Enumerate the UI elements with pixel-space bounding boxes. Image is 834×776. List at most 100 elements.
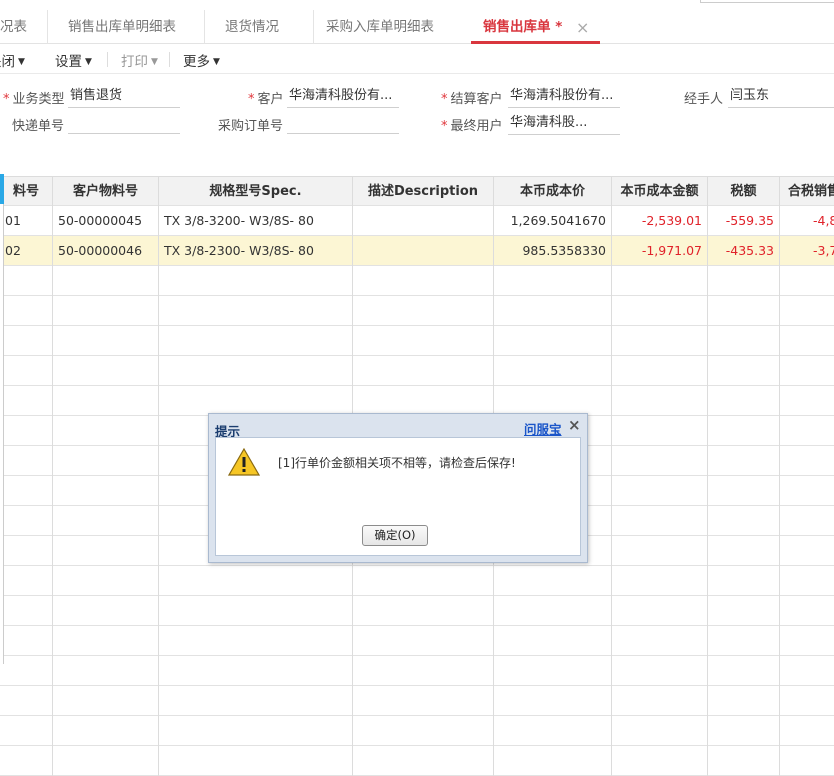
cell-empty[interactable] <box>159 326 353 356</box>
table-row-empty[interactable] <box>0 686 834 716</box>
cell-empty[interactable] <box>780 626 834 656</box>
cell-spec[interactable]: TX 3/8-2300- W3/8S- 80 <box>159 236 353 266</box>
cell-empty[interactable] <box>0 536 53 566</box>
table-row-empty[interactable] <box>0 326 834 356</box>
cell-empty[interactable] <box>353 596 494 626</box>
cell-empty[interactable] <box>708 536 780 566</box>
cell-empty[interactable] <box>0 566 53 596</box>
cell-empty[interactable] <box>708 296 780 326</box>
cell-empty[interactable] <box>708 266 780 296</box>
cell-empty[interactable] <box>53 656 159 686</box>
cell-empty[interactable] <box>494 266 612 296</box>
cell-empty[interactable] <box>612 536 708 566</box>
table-row[interactable]: 02 50-00000046 TX 3/8-2300- W3/8S- 80 98… <box>0 236 834 266</box>
cell-empty[interactable] <box>612 446 708 476</box>
cell-empty[interactable] <box>159 656 353 686</box>
table-row-empty[interactable] <box>0 746 834 776</box>
cell-empty[interactable] <box>780 506 834 536</box>
cell-empty[interactable] <box>494 716 612 746</box>
cell-desc[interactable] <box>353 236 494 266</box>
cell-empty[interactable] <box>494 746 612 776</box>
cell-empty[interactable] <box>780 266 834 296</box>
cell-empty[interactable] <box>159 716 353 746</box>
cell-empty[interactable] <box>494 296 612 326</box>
col-header-total[interactable]: 合税销售 <box>780 177 834 207</box>
cell-empty[interactable] <box>0 686 53 716</box>
table-row-empty[interactable] <box>0 626 834 656</box>
cell-empty[interactable] <box>612 386 708 416</box>
cell-empty[interactable] <box>353 356 494 386</box>
cell-empty[interactable] <box>612 326 708 356</box>
business-type-field[interactable]: 销售退货 <box>68 86 180 108</box>
cell-empty[interactable] <box>708 416 780 446</box>
cell-empty[interactable] <box>494 356 612 386</box>
col-header-cust-item[interactable]: 客户物料号 <box>53 177 159 207</box>
cell-cost-amount[interactable]: -2,539.01 <box>612 206 708 236</box>
cell-empty[interactable] <box>53 356 159 386</box>
cell-empty[interactable] <box>494 386 612 416</box>
cell-empty[interactable] <box>159 686 353 716</box>
table-row-empty[interactable] <box>0 266 834 296</box>
cell-empty[interactable] <box>708 356 780 386</box>
tab-return-status[interactable]: 退货情况 <box>205 10 314 44</box>
cell-empty[interactable] <box>0 656 53 686</box>
cell-empty[interactable] <box>780 416 834 446</box>
cell-empty[interactable] <box>612 266 708 296</box>
cell-item[interactable]: 01 <box>0 206 53 236</box>
table-row-empty[interactable] <box>0 596 834 626</box>
cell-empty[interactable] <box>353 566 494 596</box>
cell-spec[interactable]: TX 3/8-3200- W3/8S- 80 <box>159 206 353 236</box>
col-header-tax[interactable]: 税额 <box>708 177 780 207</box>
cell-empty[interactable] <box>708 686 780 716</box>
cell-empty[interactable] <box>708 596 780 626</box>
cell-empty[interactable] <box>353 386 494 416</box>
cell-empty[interactable] <box>159 356 353 386</box>
cell-empty[interactable] <box>0 626 53 656</box>
close-icon[interactable]: × <box>576 18 589 37</box>
tab-purchase-inbound-detail[interactable]: 采购入库单明细表 <box>314 10 464 44</box>
col-header-cost-amount[interactable]: 本币成本金额 <box>612 177 708 207</box>
cell-empty[interactable] <box>612 746 708 776</box>
cell-empty[interactable] <box>612 506 708 536</box>
cell-empty[interactable] <box>612 626 708 656</box>
cell-empty[interactable] <box>159 566 353 596</box>
cell-empty[interactable] <box>0 296 53 326</box>
cell-empty[interactable] <box>780 596 834 626</box>
cell-empty[interactable] <box>53 416 159 446</box>
settings-button[interactable]: 设置 ▼ <box>55 50 92 70</box>
express-no-field[interactable] <box>68 112 180 134</box>
cell-empty[interactable] <box>53 476 159 506</box>
cell-tax[interactable]: -435.33 <box>708 236 780 266</box>
cell-cust-item[interactable]: 50-00000046 <box>53 236 159 266</box>
col-header-unit-cost[interactable]: 本币成本价 <box>494 177 612 207</box>
cell-empty[interactable] <box>353 716 494 746</box>
cell-empty[interactable] <box>612 296 708 326</box>
table-row[interactable]: 01 50-00000045 TX 3/8-3200- W3/8S- 80 1,… <box>0 206 834 236</box>
cell-empty[interactable] <box>0 446 53 476</box>
cell-empty[interactable] <box>53 566 159 596</box>
cell-empty[interactable] <box>708 506 780 536</box>
cell-empty[interactable] <box>780 296 834 326</box>
cell-desc[interactable] <box>353 206 494 236</box>
cell-cost-amount[interactable]: -1,971.07 <box>612 236 708 266</box>
cell-empty[interactable] <box>612 566 708 596</box>
cell-empty[interactable] <box>53 686 159 716</box>
more-button[interactable]: 更多 ▼ <box>183 50 220 70</box>
table-row-empty[interactable] <box>0 386 834 416</box>
cell-empty[interactable] <box>159 626 353 656</box>
cell-cust-item[interactable]: 50-00000045 <box>53 206 159 236</box>
cell-empty[interactable] <box>353 296 494 326</box>
col-header-spec[interactable]: 规格型号Spec. <box>159 177 353 207</box>
ok-button[interactable]: 确定(O) <box>362 525 428 546</box>
cell-empty[interactable] <box>780 656 834 686</box>
cell-unit-cost[interactable]: 1,269.5041670 <box>494 206 612 236</box>
cell-empty[interactable] <box>612 656 708 686</box>
cell-empty[interactable] <box>780 326 834 356</box>
cell-empty[interactable] <box>612 356 708 386</box>
cell-empty[interactable] <box>0 476 53 506</box>
cell-empty[interactable] <box>53 296 159 326</box>
cell-empty[interactable] <box>0 326 53 356</box>
cell-empty[interactable] <box>353 266 494 296</box>
cell-empty[interactable] <box>708 566 780 596</box>
cell-empty[interactable] <box>494 596 612 626</box>
